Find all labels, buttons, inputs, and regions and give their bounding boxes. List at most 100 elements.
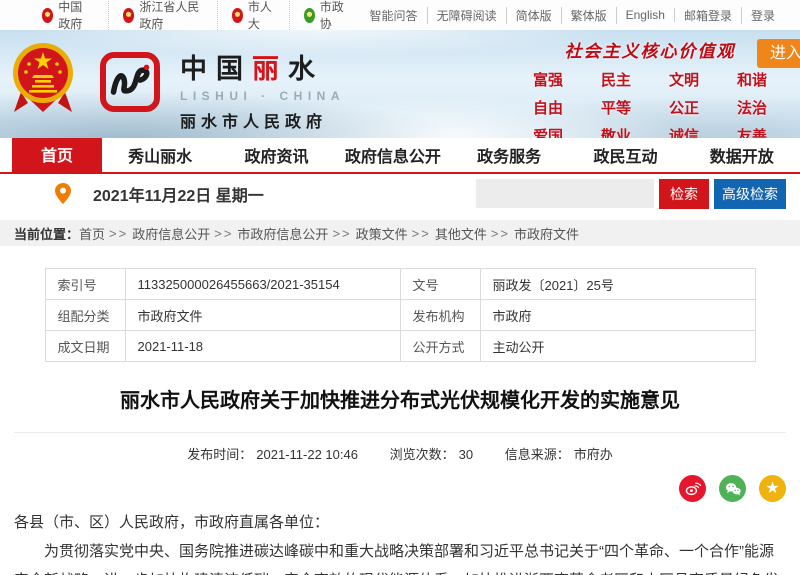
views-value: 30 xyxy=(459,447,473,462)
source-segment: 信息来源：市府办 xyxy=(505,447,613,462)
breadcrumb-other-docs[interactable]: 其他文件 xyxy=(435,224,487,243)
core-value: 敬业 xyxy=(582,125,650,138)
spacer xyxy=(0,213,800,220)
page-title: 丽水市人民政府关于加快推进分布式光伏规模化开发的实施意见 xyxy=(30,387,770,415)
weibo-share-icon[interactable] xyxy=(679,475,706,502)
top-utility-bar: ★ 中国政府 ★ 浙江省人民政府 ★ 市人大 ★ 市政协 智能问答 无障碍阅读 … xyxy=(0,0,800,30)
breadcrumb-policy-docs[interactable]: 政策文件 xyxy=(356,224,408,243)
document-content: 索引号 113325000026455663/2021-35154 文号 丽政发… xyxy=(0,246,800,575)
breadcrumb-separator: >> xyxy=(332,226,351,241)
core-value: 和谐 xyxy=(718,69,786,90)
site-name-part: 水 xyxy=(288,54,324,84)
breadcrumb-separator: >> xyxy=(412,226,431,241)
doc-number-value: 丽政发〔2021〕25号 xyxy=(480,269,755,300)
core-values-grid: 富强 民主 文明 和谐 自由 平等 公正 法治 爱国 敬业 诚信 友善 xyxy=(514,69,786,138)
utility-links: 智能问答 无障碍阅读 简体版 繁体版 English 邮箱登录 登录 xyxy=(361,7,784,24)
qzone-share-icon[interactable]: ★ xyxy=(759,475,786,502)
national-emblem-icon: ★ xyxy=(123,8,134,23)
search-input[interactable] xyxy=(476,179,654,208)
core-value: 公正 xyxy=(650,97,718,118)
publish-time-label: 发布时间： xyxy=(187,447,252,462)
national-emblem xyxy=(12,42,74,123)
index-number-value: 113325000026455663/2021-35154 xyxy=(125,269,400,300)
publish-time-value: 2021-11-22 10:46 xyxy=(256,447,358,462)
cppcc-emblem-icon: ★ xyxy=(304,8,315,23)
nav-item-interaction[interactable]: 政民互动 xyxy=(567,138,683,172)
nav-item-info-disclosure[interactable]: 政府信息公开 xyxy=(335,138,451,172)
core-value: 民主 xyxy=(582,69,650,90)
gov-link-label: 市人大 xyxy=(248,0,275,32)
views-label: 浏览次数： xyxy=(390,447,455,462)
date-search-bar: 2021年11月22日 星期一 检索 高级检索 xyxy=(0,174,800,213)
issuing-agency-value: 市政府 xyxy=(480,300,755,331)
doc-info-table: 索引号 113325000026455663/2021-35154 文号 丽政发… xyxy=(45,268,756,362)
search-button[interactable]: 检索 xyxy=(659,179,709,209)
table-row: 索引号 113325000026455663/2021-35154 文号 丽政发… xyxy=(45,269,755,300)
breadcrumb-info-disclosure[interactable]: 政府信息公开 xyxy=(132,224,210,243)
breadcrumb-city-info-disclosure[interactable]: 市政府信息公开 xyxy=(237,224,328,243)
core-value: 法治 xyxy=(718,97,786,118)
article-meta: 发布时间： 2021-11-22 10:46 浏览次数： 30 信息来源：市府办 xyxy=(0,444,800,463)
link-simplified[interactable]: 简体版 xyxy=(507,7,562,24)
category-label: 组配分类 xyxy=(45,300,125,331)
link-zhejiang-gov[interactable]: ★ 浙江省人民政府 xyxy=(109,0,218,32)
breadcrumb: 当前位置： 首页 >> 政府信息公开 >> 市政府信息公开 >> 政策文件 >>… xyxy=(0,220,800,246)
link-accessibility[interactable]: 无障碍阅读 xyxy=(428,7,507,24)
site-title-block: 中国丽水 LISHUI · CHINA 丽水市人民政府 xyxy=(180,47,345,132)
current-date: 2021年11月22日 星期一 xyxy=(93,182,264,206)
gov-link-label: 中国政府 xyxy=(58,0,94,32)
nav-item-scenic-lishui[interactable]: 秀山丽水 xyxy=(102,138,218,172)
elderly-version-button[interactable]: 进入老年版 xyxy=(757,39,800,68)
views-segment: 浏览次数： 30 xyxy=(390,447,477,462)
disclosure-method-value: 主动公开 xyxy=(480,331,755,362)
nav-item-gov-news[interactable]: 政府资讯 xyxy=(218,138,334,172)
advanced-search-button[interactable]: 高级检索 xyxy=(714,179,786,209)
gov-link-label: 浙江省人民政府 xyxy=(139,0,202,32)
index-number-label: 索引号 xyxy=(45,269,125,300)
site-name-part-red: 丽 xyxy=(252,54,288,84)
share-row: ★ xyxy=(0,463,800,502)
category-value: 市政府文件 xyxy=(125,300,400,331)
core-value: 友善 xyxy=(718,125,786,138)
link-city-cppcc[interactable]: ★ 市政协 xyxy=(290,0,361,32)
link-login[interactable]: 登录 xyxy=(742,7,784,24)
link-english[interactable]: English xyxy=(617,8,675,22)
site-subtitle: 丽水市人民政府 xyxy=(180,108,345,132)
breadcrumb-home[interactable]: 首页 xyxy=(79,224,105,243)
nav-item-home[interactable]: 首页 xyxy=(12,133,102,174)
divider xyxy=(14,432,786,433)
core-values-title: 社会主义核心价值观 xyxy=(514,37,786,62)
main-nav: 首页 秀山丽水 政府资讯 政府信息公开 政务服务 政民互动 数据开放 xyxy=(0,138,800,174)
search-group: 检索 高级检索 xyxy=(476,179,786,209)
disclosure-method-label: 公开方式 xyxy=(400,331,480,362)
breadcrumb-separator: >> xyxy=(214,226,233,241)
breadcrumb-city-gov-docs[interactable]: 市政府文件 xyxy=(514,224,579,243)
issue-date-value: 2021-11-18 xyxy=(125,331,400,362)
national-emblem-icon: ★ xyxy=(232,8,243,23)
gov-link-label: 市政协 xyxy=(320,0,347,32)
core-value: 爱国 xyxy=(514,125,582,138)
location-pin-icon xyxy=(55,183,71,204)
link-mail-login[interactable]: 邮箱登录 xyxy=(675,7,742,24)
wechat-share-icon[interactable] xyxy=(719,475,746,502)
link-city-peoples-congress[interactable]: ★ 市人大 xyxy=(218,0,290,32)
link-smart-qa[interactable]: 智能问答 xyxy=(361,7,428,24)
lishui-seal-logo xyxy=(100,52,160,112)
core-values-block: 社会主义核心价值观 富强 民主 文明 和谐 自由 平等 公正 法治 爱国 敬业 … xyxy=(514,37,786,138)
issue-date-label: 成文日期 xyxy=(45,331,125,362)
star-icon: ★ xyxy=(765,481,779,497)
table-row: 成文日期 2021-11-18 公开方式 主动公开 xyxy=(45,331,755,362)
site-name-part: 中国 xyxy=(180,54,252,84)
doc-number-label: 文号 xyxy=(400,269,480,300)
link-traditional[interactable]: 繁体版 xyxy=(562,7,617,24)
body-paragraph: 为贯彻落实党中央、国务院推进碳达峰碳中和重大战略决策部署和习近平总书记关于“四个… xyxy=(14,537,786,575)
article-body: 各县（市、区）人民政府，市政府直属各单位： 为贯彻落实党中央、国务院推进碳达峰碳… xyxy=(14,508,786,575)
breadcrumb-separator: >> xyxy=(109,226,128,241)
issuing-agency-label: 发布机构 xyxy=(400,300,480,331)
nav-item-gov-services[interactable]: 政务服务 xyxy=(451,138,567,172)
core-value: 自由 xyxy=(514,97,582,118)
link-china-gov[interactable]: ★ 中国政府 xyxy=(28,0,109,32)
salutation: 各县（市、区）人民政府，市政府直属各单位： xyxy=(14,508,786,537)
site-name-english: LISHUI · CHINA xyxy=(180,89,345,103)
nav-item-open-data[interactable]: 数据开放 xyxy=(684,138,800,172)
